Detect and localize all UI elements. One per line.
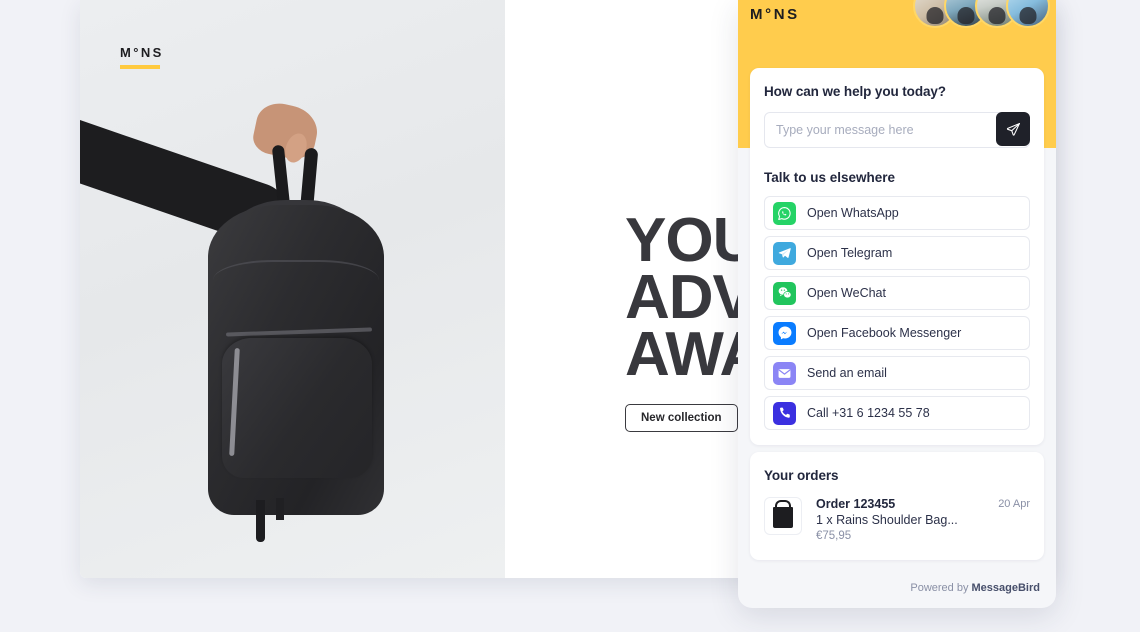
messenger-icon (773, 321, 796, 345)
channel-list: Open WhatsApp Open Telegram Open WeChat … (764, 196, 1030, 430)
backpack-pocket (222, 338, 372, 478)
powered-by-brand: MessageBird (971, 582, 1040, 594)
powered-by-footer: Powered by MessageBird (910, 582, 1040, 594)
order-details: Order 123455 1 x Rains Shoulder Bag... €… (816, 497, 998, 542)
order-date: 20 Apr (998, 498, 1030, 510)
message-input[interactable] (764, 112, 1030, 148)
help-card: How can we help you today? Talk to us el… (750, 68, 1044, 445)
avatar-figure (1019, 7, 1037, 24)
avatar-figure (988, 7, 1006, 24)
message-compose-row (764, 112, 1030, 148)
site-logo-underline (120, 65, 160, 69)
channel-phone[interactable]: Call +31 6 1234 55 78 (764, 396, 1030, 430)
channel-wechat[interactable]: Open WeChat (764, 276, 1030, 310)
hero-image (80, 0, 505, 578)
channel-telegram[interactable]: Open Telegram (764, 236, 1030, 270)
channel-label: Open WhatsApp (807, 206, 899, 220)
channel-email[interactable]: Send an email (764, 356, 1030, 390)
whatsapp-icon (773, 201, 796, 225)
new-collection-button[interactable]: New collection (625, 404, 738, 432)
avatar (1006, 0, 1050, 28)
avatar-figure (926, 7, 944, 24)
site-logo-text: M°NS (120, 45, 164, 60)
send-button[interactable] (996, 112, 1030, 146)
backpack-strap-tail-2 (276, 498, 284, 520)
send-paper-plane-icon (1006, 122, 1020, 136)
channel-label: Open Facebook Messenger (807, 326, 962, 340)
agent-avatars (913, 0, 1050, 28)
channel-label: Send an email (807, 366, 887, 380)
backpack-seam (213, 260, 379, 282)
email-icon (773, 361, 796, 385)
widget-brand-logo: M°NS (750, 6, 800, 23)
greeting-title: How can we help you today? (764, 84, 946, 99)
avatar-figure (957, 7, 975, 24)
phone-icon (773, 401, 796, 425)
site-logo[interactable]: M°NS (120, 45, 164, 69)
order-list-item[interactable]: Order 123455 1 x Rains Shoulder Bag... €… (764, 497, 1030, 542)
powered-by-text: Powered by (910, 582, 972, 594)
order-description: 1 x Rains Shoulder Bag... (816, 513, 958, 527)
channel-label: Open WeChat (807, 286, 886, 300)
chat-widget: M°NS How can we help you today? Talk to … (738, 0, 1056, 608)
orders-title: Your orders (764, 468, 839, 483)
channel-facebook-messenger[interactable]: Open Facebook Messenger (764, 316, 1030, 350)
telegram-icon (773, 241, 796, 265)
channel-label: Open Telegram (807, 246, 893, 260)
channels-title: Talk to us elsewhere (764, 170, 896, 185)
shoulder-bag-icon (773, 507, 793, 528)
channel-whatsapp[interactable]: Open WhatsApp (764, 196, 1030, 230)
order-id: Order 123455 (816, 497, 896, 511)
orders-card: Your orders Order 123455 1 x Rains Shoul… (750, 452, 1044, 560)
order-price: €75,95 (816, 530, 852, 542)
order-thumbnail (764, 497, 802, 535)
wechat-icon (773, 281, 796, 305)
channel-label: Call +31 6 1234 55 78 (807, 406, 930, 420)
backpack-strap-tail (256, 500, 265, 542)
